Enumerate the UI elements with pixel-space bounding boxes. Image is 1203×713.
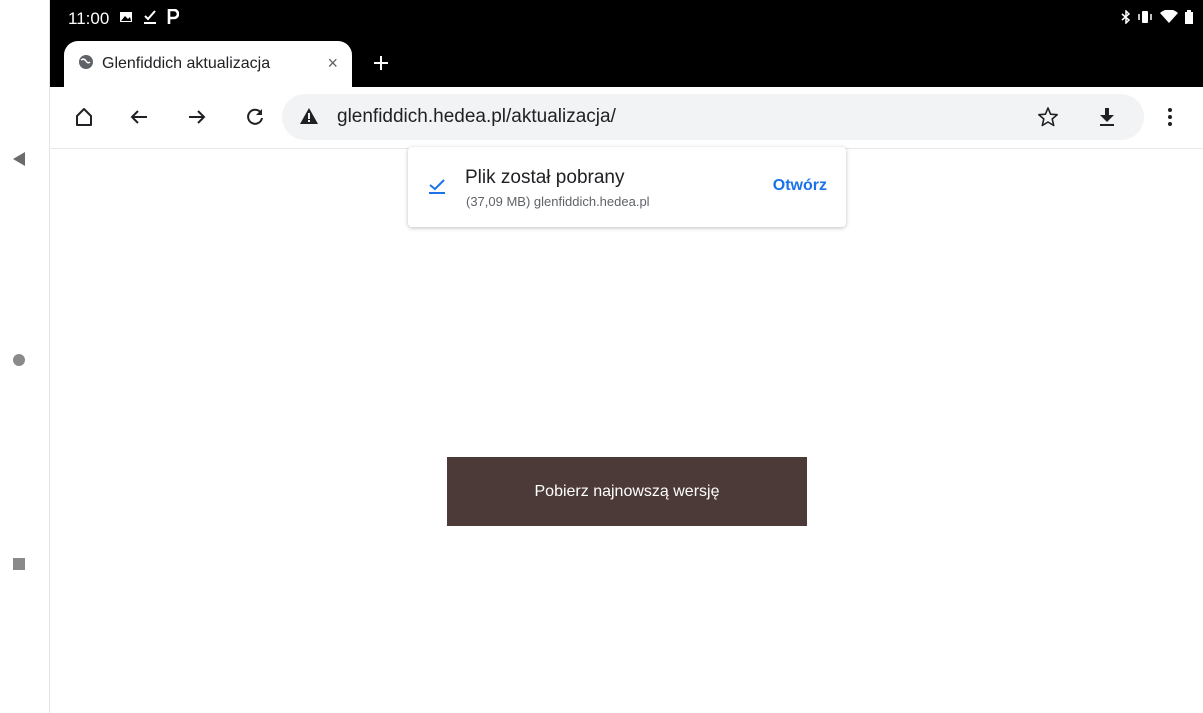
battery-icon (1185, 10, 1193, 29)
parking-icon (167, 8, 180, 30)
browser-toolbar: glenfiddich.hedea.pl/aktualizacja/ (50, 87, 1203, 149)
more-vert-icon[interactable] (1156, 103, 1184, 131)
reload-icon[interactable] (241, 103, 269, 131)
nav-home-icon[interactable] (11, 352, 27, 368)
warning-icon[interactable] (299, 107, 319, 130)
checkmark-icon (428, 177, 446, 200)
back-arrow-icon[interactable] (125, 103, 153, 131)
url-text[interactable]: glenfiddich.hedea.pl/aktualizacja/ (337, 106, 616, 128)
close-icon[interactable]: × (327, 53, 338, 74)
download-icon[interactable] (1098, 107, 1116, 132)
download-subtitle: (37,09 MB) glenfiddich.hedea.pl (466, 194, 650, 209)
bluetooth-icon (1121, 9, 1131, 29)
status-bar: 11:00 (68, 7, 180, 31)
download-complete-bubble: Plik został pobrany (37,09 MB) glenfiddi… (408, 147, 846, 227)
open-download-button[interactable]: Otwórz (773, 177, 827, 195)
address-bar[interactable]: glenfiddich.hedea.pl/aktualizacja/ (282, 94, 1144, 140)
star-icon[interactable] (1037, 106, 1059, 133)
download-title: Plik został pobrany (465, 167, 625, 188)
image-icon (119, 9, 133, 29)
browser-tab[interactable]: Glenfiddich aktualizacja × (64, 41, 352, 87)
globe-icon (78, 54, 94, 75)
nav-back-icon[interactable] (11, 151, 27, 167)
vibrate-icon (1137, 10, 1153, 29)
nav-recents-icon[interactable] (11, 556, 27, 572)
plus-icon[interactable] (366, 48, 396, 78)
home-icon[interactable] (70, 103, 98, 131)
forward-arrow-icon[interactable] (183, 103, 211, 131)
tab-title: Glenfiddich aktualizacja (102, 55, 271, 72)
download-done-icon (143, 9, 157, 30)
download-latest-version-button[interactable]: Pobierz najnowszą wersję (447, 457, 807, 526)
browser-tab-strip: 11:00 Glenfiddich aktualizacja × (50, 0, 1203, 87)
system-navigation-bar (0, 0, 50, 713)
status-time: 11:00 (68, 9, 110, 28)
status-icons (1121, 9, 1193, 29)
wifi-icon (1159, 9, 1179, 29)
